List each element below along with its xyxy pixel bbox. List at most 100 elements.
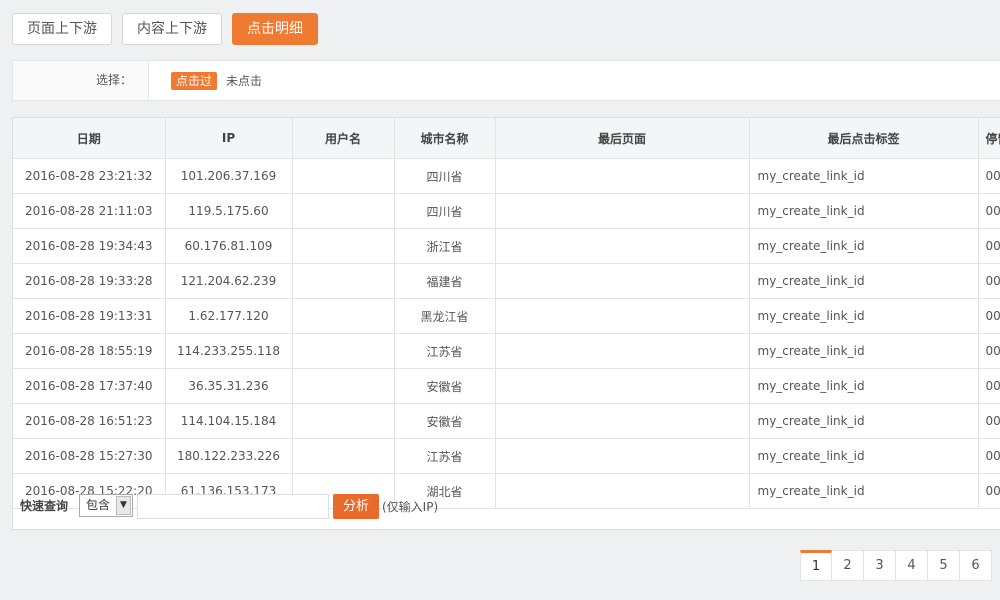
- date-cell: 2016-08-28 19:13:31: [13, 298, 166, 334]
- stay-cell: 00: [978, 193, 1000, 229]
- tab-page-flow[interactable]: 页面上下游: [12, 13, 112, 45]
- date-cell: 2016-08-28 23:21:32: [13, 158, 166, 194]
- column-header-city[interactable]: 城市名称: [394, 118, 496, 159]
- column-header-last-click-tag[interactable]: 最后点击标签: [749, 118, 979, 159]
- city-cell: 黑龙江省: [394, 298, 496, 334]
- filter-option-clicked[interactable]: 点击过: [171, 72, 218, 90]
- page-4[interactable]: 4: [896, 550, 928, 581]
- username-cell: [292, 263, 395, 299]
- stay-cell: 00: [978, 263, 1000, 299]
- username-cell: [292, 403, 395, 439]
- username-cell: [292, 333, 395, 369]
- column-header-date[interactable]: 日期: [13, 118, 166, 159]
- ip-cell: 101.206.37.169: [165, 158, 293, 194]
- city-cell: 江苏省: [394, 333, 496, 369]
- analyze-button[interactable]: 分析: [333, 494, 379, 519]
- ip-search-input[interactable]: [137, 494, 329, 519]
- tab-content-flow[interactable]: 内容上下游: [122, 13, 222, 45]
- date-cell: 2016-08-28 21:11:03: [13, 193, 166, 229]
- last-page-cell: [495, 228, 750, 264]
- ip-cell: 121.204.62.239: [165, 263, 293, 299]
- city-cell: 江苏省: [394, 438, 496, 474]
- click-detail-table-panel: 日期 IP 用户名 城市名称 最后页面 最后点击标签 停留 2016-08-28…: [12, 117, 1000, 530]
- column-header-username[interactable]: 用户名: [292, 118, 395, 159]
- last-click-tag-cell: my_create_link_id: [749, 438, 979, 474]
- username-cell: [292, 368, 395, 404]
- last-click-tag-cell: my_create_link_id: [749, 403, 979, 439]
- username-cell: [292, 228, 395, 264]
- column-header-stay[interactable]: 停留: [978, 118, 1000, 159]
- page-1[interactable]: 1: [800, 550, 832, 581]
- table-body: 2016-08-28 23:21:32 101.206.37.169 四川省 my_c…: [13, 158, 1000, 509]
- date-cell: 2016-08-28 19:33:28: [13, 263, 166, 299]
- match-mode-select[interactable]: 包含 ▼: [79, 494, 133, 517]
- date-cell: 2016-08-28 16:51:23: [13, 403, 166, 439]
- last-click-tag-cell: my_create_link_id: [749, 333, 979, 369]
- table-row[interactable]: 2016-08-28 19:33:28 121.204.62.239 福建省 my_c…: [13, 263, 1000, 299]
- ip-cell: 114.233.255.118: [165, 333, 293, 369]
- stay-cell: 00: [978, 298, 1000, 334]
- last-click-tag-cell: my_create_link_id: [749, 368, 979, 404]
- page-5[interactable]: 5: [928, 550, 960, 581]
- ip-cell: 180.122.233.226: [165, 438, 293, 474]
- table-row[interactable]: 2016-08-28 15:27:30 180.122.233.226 江苏省 my_…: [13, 438, 1000, 474]
- date-cell: 2016-08-28 18:55:19: [13, 333, 166, 369]
- city-cell: 安徽省: [394, 368, 496, 404]
- ip-cell: 1.62.177.120: [165, 298, 293, 334]
- stay-cell: 00: [978, 438, 1000, 474]
- date-cell: 2016-08-28 19:34:43: [13, 228, 166, 264]
- city-cell: 安徽省: [394, 403, 496, 439]
- ip-cell: 119.5.175.60: [165, 193, 293, 229]
- ip-cell: 114.104.15.184: [165, 403, 293, 439]
- table-row[interactable]: 2016-08-28 21:11:03 119.5.175.60 四川省 my_cre…: [13, 193, 1000, 229]
- last-click-tag-cell: my_create_link_id: [749, 193, 979, 229]
- filter-option-not-clicked[interactable]: 未点击: [221, 72, 267, 90]
- stay-cell: 00: [978, 333, 1000, 369]
- table-row[interactable]: 2016-08-28 19:34:43 60.176.81.109 浙江省 my_cr…: [13, 228, 1000, 264]
- column-header-last-page[interactable]: 最后页面: [495, 118, 750, 159]
- filter-bar: 选择： 点击过 未点击: [12, 60, 1000, 101]
- last-page-cell: [495, 333, 750, 369]
- city-cell: 四川省: [394, 158, 496, 194]
- last-page-cell: [495, 368, 750, 404]
- pagination: 123456: [800, 550, 992, 581]
- filter-label: 选择：: [13, 61, 149, 100]
- table-row[interactable]: 2016-08-28 19:13:31 1.62.177.120 黑龙江省 my_cr…: [13, 298, 1000, 334]
- last-click-tag-cell: my_create_link_id: [749, 298, 979, 334]
- quick-search: 快速查询 包含 ▼ 分析 (仅输入IP): [13, 494, 1000, 529]
- stay-cell: 00: [978, 158, 1000, 194]
- last-click-tag-cell: my_create_link_id: [749, 158, 979, 194]
- match-mode-value: 包含: [86, 498, 111, 512]
- ip-cell: 36.35.31.236: [165, 368, 293, 404]
- stay-cell: 00: [978, 403, 1000, 439]
- page-2[interactable]: 2: [832, 550, 864, 581]
- click-detail-table: 日期 IP 用户名 城市名称 最后页面 最后点击标签 停留 2016-08-28…: [13, 118, 1000, 509]
- date-cell: 2016-08-28 15:27:30: [13, 438, 166, 474]
- username-cell: [292, 193, 395, 229]
- stay-cell: 00: [978, 228, 1000, 264]
- table-row[interactable]: 2016-08-28 17:37:40 36.35.31.236 安徽省 my_cre…: [13, 368, 1000, 404]
- column-header-ip[interactable]: IP: [165, 118, 293, 159]
- ip-cell: 60.176.81.109: [165, 228, 293, 264]
- table-row[interactable]: 2016-08-28 18:55:19 114.233.255.118 江苏省 my_…: [13, 333, 1000, 369]
- username-cell: [292, 158, 395, 194]
- last-page-cell: [495, 298, 750, 334]
- city-cell: 四川省: [394, 193, 496, 229]
- table-row[interactable]: 2016-08-28 16:51:23 114.104.15.184 安徽省 my_c…: [13, 403, 1000, 439]
- page-3[interactable]: 3: [864, 550, 896, 581]
- page-6[interactable]: 6: [960, 550, 992, 581]
- last-page-cell: [495, 403, 750, 439]
- table-row[interactable]: 2016-08-28 23:21:32 101.206.37.169 四川省 my_c…: [13, 158, 1000, 194]
- last-click-tag-cell: my_create_link_id: [749, 228, 979, 264]
- tab-click-detail[interactable]: 点击明细: [232, 13, 318, 45]
- city-cell: 福建省: [394, 263, 496, 299]
- last-page-cell: [495, 193, 750, 229]
- top-tabs: 页面上下游 内容上下游 点击明细: [12, 13, 318, 45]
- username-cell: [292, 298, 395, 334]
- chevron-down-icon[interactable]: ▼: [116, 496, 131, 515]
- stay-cell: 00: [978, 368, 1000, 404]
- last-page-cell: [495, 263, 750, 299]
- date-cell: 2016-08-28 17:37:40: [13, 368, 166, 404]
- last-click-tag-cell: my_create_link_id: [749, 263, 979, 299]
- last-page-cell: [495, 438, 750, 474]
